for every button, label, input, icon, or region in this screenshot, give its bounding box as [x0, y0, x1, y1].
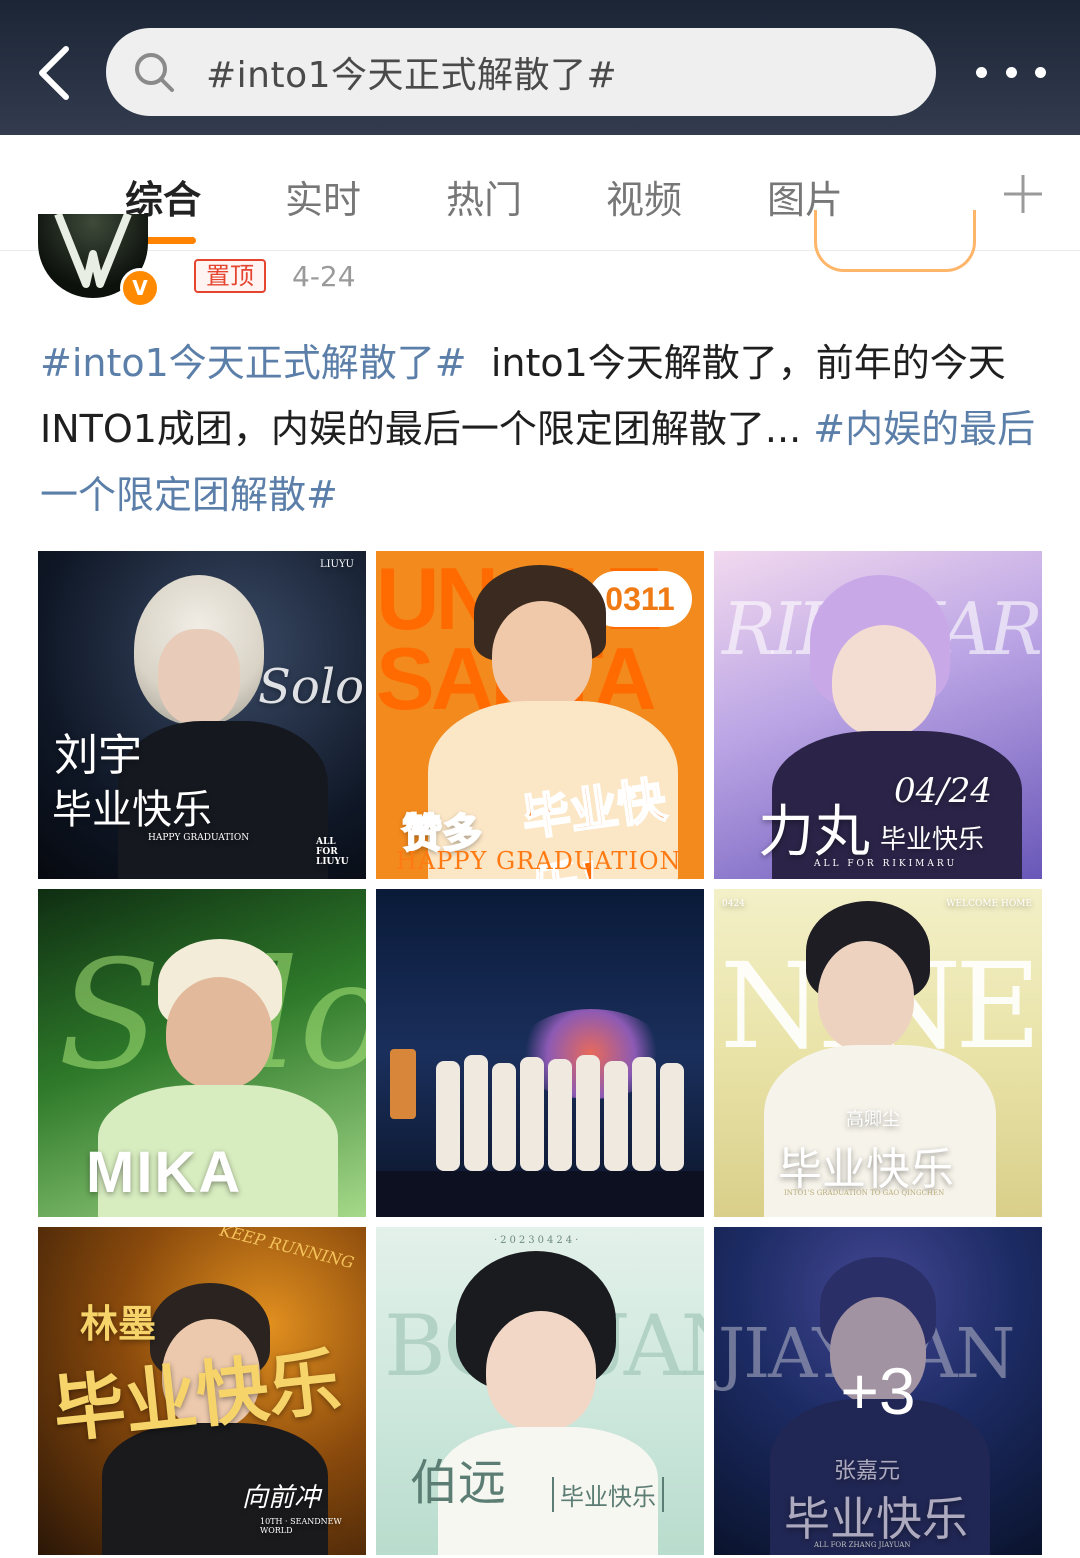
image-grid: LIUYU Solo 刘宇 毕业快乐 HAPPY GRADUATION ALL … — [38, 551, 1042, 1555]
tile-date: ·20230424· — [494, 1235, 582, 1246]
tile-name: 力丸 — [758, 800, 870, 865]
face — [158, 629, 240, 725]
tile-name: 高卿尘 — [846, 1109, 900, 1130]
image-tile[interactable]: LIUYU Solo 刘宇 毕业快乐 HAPPY GRADUATION ALL … — [38, 551, 366, 879]
search-input[interactable]: #into1今天正式解散了# — [106, 28, 936, 116]
tile-caption: 毕业快乐 — [778, 1144, 954, 1195]
tile-top-right: WELCOME HOME — [946, 899, 1032, 909]
more-dots-icon — [976, 66, 987, 78]
tile-name: MIKA — [86, 1140, 243, 1205]
tile-slogan: 向前冲 — [242, 1483, 321, 1513]
tile-footer: ALL FOR RIKIMARU — [814, 859, 958, 869]
stage-floor — [376, 1171, 704, 1217]
member-figure — [436, 1061, 460, 1171]
tile-footer: INTO1'S GRADUATION TO GAO QINGCHEN — [784, 1189, 945, 1197]
image-tile[interactable]: KEEP RUNNING 林墨 毕业快乐 向前冲 10TH · SEANDNEW… — [38, 1227, 366, 1555]
more-dot — [1005, 66, 1017, 78]
member-figure — [576, 1055, 600, 1171]
member-figure — [520, 1057, 544, 1171]
tab-realtime[interactable]: 实时 — [263, 169, 383, 224]
face — [166, 977, 272, 1089]
tile-script-text: Solo — [258, 659, 365, 715]
tab-video[interactable]: 视频 — [584, 169, 704, 224]
member-figure — [548, 1059, 572, 1171]
tile-caption: 毕业快乐 — [552, 1477, 664, 1512]
tile-caption: 毕业快乐 — [880, 825, 985, 855]
top-bar: #into1今天正式解散了# — [0, 0, 1080, 135]
tile-name: 刘宇 — [54, 730, 142, 781]
pinned-badge: 置顶 — [194, 259, 266, 293]
hashtag-link[interactable]: #into1今天正式解散了# — [40, 341, 467, 385]
member-figure — [464, 1055, 488, 1171]
more-dot — [1035, 66, 1046, 78]
face — [832, 625, 936, 737]
tile-tag: ALL FOR LIUYU — [316, 837, 349, 867]
tile-footer: HAPPY GRADUATION — [148, 833, 250, 843]
chevron-left-icon — [39, 46, 69, 100]
search-icon — [135, 53, 174, 92]
post-text: #into1今天正式解散了# into1今天解散了，前年的今天 INTO1成团，… — [40, 330, 1040, 528]
face — [818, 941, 914, 1051]
image-tile[interactable]: Solo MIKA — [38, 889, 366, 1217]
search-query: #into1今天正式解散了# — [206, 55, 618, 96]
image-tile[interactable]: JIAYUAN 张嘉元 毕业快乐 ALL FOR ZHANG JIAYUAN +… — [714, 1227, 1042, 1555]
tile-caption: 毕业快乐 — [52, 787, 212, 833]
member-figure — [632, 1057, 656, 1171]
more-options-button[interactable] — [976, 54, 1046, 90]
tile-date: 04/24 — [894, 771, 992, 811]
image-tile[interactable]: 0424 WELCOME HOME NINE 高卿尘 毕业快乐 INTO1'S … — [714, 889, 1042, 1217]
verified-badge: V — [120, 268, 160, 308]
tile-corner-text: KEEP RUNNING — [217, 1227, 357, 1273]
tab-hot[interactable]: 热门 — [424, 169, 544, 224]
image-tile[interactable] — [376, 889, 704, 1217]
tile-corner-text: LIUYU — [319, 559, 354, 570]
tile-name: 伯远 — [410, 1455, 507, 1511]
post-date: 4-24 — [292, 260, 356, 293]
face — [486, 1311, 596, 1431]
member-figure — [660, 1063, 684, 1171]
tile-name: 林墨 — [80, 1301, 157, 1346]
more-images-count[interactable]: +3 — [714, 1227, 1042, 1555]
image-tile[interactable]: ·20230424· BOYUAN 伯远 毕业快乐 — [376, 1227, 704, 1555]
tile-top-left: 0424 — [722, 899, 745, 909]
stage-tree — [390, 1049, 416, 1119]
plus-icon[interactable] — [1000, 171, 1046, 217]
image-tile[interactable]: UNCLE SANTA 0311 毕业快乐! 赞多 HAPPY GRADUATI… — [376, 551, 704, 879]
back-button[interactable] — [28, 38, 80, 108]
tile-footer: 10TH · SEANDNEW WORLD — [260, 1517, 342, 1535]
member-figure — [604, 1061, 628, 1171]
image-tile[interactable]: RIKIMARU 04/24 力丸 毕业快乐 ALL FOR RIKIMARU — [714, 551, 1042, 879]
member-figure — [492, 1063, 516, 1171]
face — [492, 601, 592, 711]
tile-footer: HAPPY GRADUATION — [396, 847, 682, 875]
follow-button[interactable] — [814, 210, 976, 272]
